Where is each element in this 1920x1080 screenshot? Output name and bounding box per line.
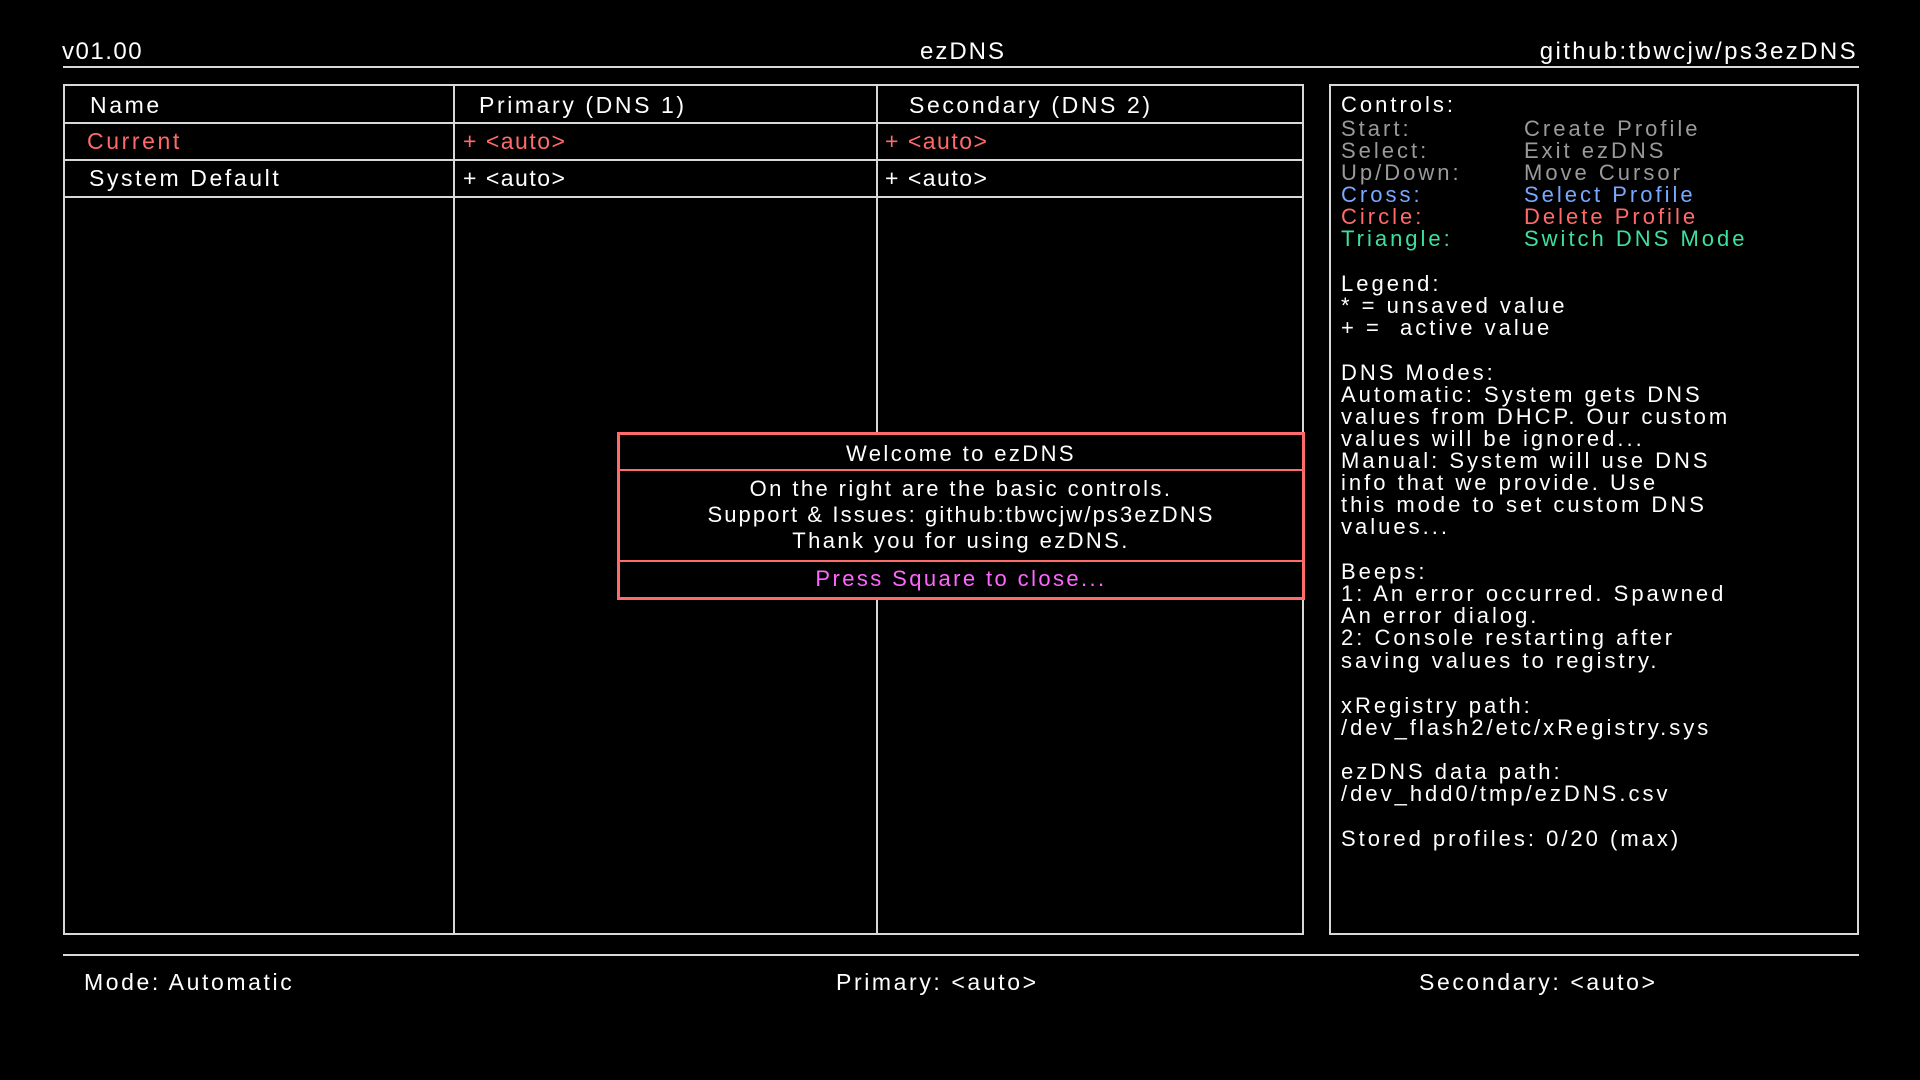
header-divider: [63, 66, 1859, 68]
dialog-line: Support & Issues: github:tbwcjw/ps3ezDNS: [707, 502, 1215, 527]
beeps-title: Beeps:: [1341, 559, 1428, 584]
dns-modes-line: values from DHCP. Our custom: [1341, 404, 1731, 429]
column-header-name: Name: [90, 92, 162, 118]
legend-line: * = unsaved value: [1341, 293, 1568, 318]
control-cross-action: Select Profile: [1524, 182, 1696, 207]
row-divider: [65, 196, 1302, 198]
welcome-dialog: Welcome to ezDNS On the right are the ba…: [617, 432, 1305, 600]
stored-profiles-count: Stored profiles: 0/20 (max): [1341, 826, 1682, 851]
dns-modes-line: Automatic: System gets DNS: [1341, 382, 1703, 407]
data-path: /dev_hdd0/tmp/ezDNS.csv: [1341, 781, 1671, 806]
dialog-line: Thank you for using ezDNS.: [792, 528, 1130, 553]
legend-line: + = active value: [1341, 315, 1553, 340]
dialog-close-prompt[interactable]: Press Square to close...: [620, 566, 1302, 592]
dns-modes-line: this mode to set custom DNS: [1341, 492, 1707, 517]
xregistry-title: xRegistry path:: [1341, 693, 1533, 718]
control-circle-button: Circle:: [1341, 204, 1425, 229]
row-primary: + <auto>: [463, 128, 567, 154]
beeps-line: An error dialog.: [1341, 603, 1540, 628]
control-start-action: Create Profile: [1524, 116, 1701, 141]
dns-modes-line: Manual: System will use DNS: [1341, 448, 1711, 473]
row-divider: [65, 159, 1302, 161]
dialog-divider: [620, 560, 1302, 562]
controls-panel: Controls: Start: Create Profile Select: …: [1329, 84, 1859, 935]
dialog-divider: [620, 469, 1302, 471]
status-mode: Mode: Automatic: [84, 969, 295, 995]
header-row-divider: [65, 122, 1302, 124]
beeps-line: 2: Console restarting after: [1341, 625, 1676, 650]
control-start-button: Start:: [1341, 116, 1412, 141]
column-header-primary: Primary (DNS 1): [479, 92, 687, 118]
control-circle-action: Delete Profile: [1524, 204, 1699, 229]
control-updown-button: Up/Down:: [1341, 160, 1462, 185]
row-primary: + <auto>: [463, 165, 567, 191]
repo-label: github:tbwcjw/ps3ezDNS: [1539, 38, 1858, 65]
row-name: Current: [87, 128, 182, 154]
control-triangle-action: Switch DNS Mode: [1524, 226, 1748, 251]
row-secondary: + <auto>: [885, 128, 989, 154]
control-triangle-button: Triangle:: [1341, 226, 1453, 251]
control-updown-action: Move Cursor: [1524, 160, 1683, 185]
column-header-secondary: Secondary (DNS 2): [909, 92, 1153, 118]
beeps-line: 1: An error occurred. Spawned: [1341, 581, 1727, 606]
dns-modes-title: DNS Modes:: [1341, 360, 1496, 385]
beeps-line: saving values to registry.: [1341, 648, 1660, 673]
column-divider: [453, 86, 455, 933]
controls-title: Controls:: [1341, 92, 1457, 117]
status-secondary: Secondary: <auto>: [1419, 969, 1658, 995]
row-name: System Default: [89, 165, 282, 191]
control-cross-button: Cross:: [1341, 182, 1423, 207]
control-select-action: Exit ezDNS: [1524, 138, 1667, 163]
xregistry-path: /dev_flash2/etc/xRegistry.sys: [1341, 715, 1712, 740]
dialog-title: Welcome to ezDNS: [846, 441, 1076, 466]
legend-title: Legend:: [1341, 271, 1442, 296]
footer-divider: [63, 954, 1859, 956]
status-primary: Primary: <auto>: [836, 969, 1039, 995]
dns-modes-line: info that we provide. Use: [1341, 470, 1659, 495]
row-secondary: + <auto>: [885, 165, 989, 191]
control-select-button: Select:: [1341, 138, 1430, 163]
dns-modes-line: values...: [1341, 514, 1450, 539]
dialog-line: On the right are the basic controls.: [749, 476, 1173, 501]
dns-modes-line: values will be ignored...: [1341, 426, 1645, 451]
data-path-title: ezDNS data path:: [1341, 759, 1563, 784]
